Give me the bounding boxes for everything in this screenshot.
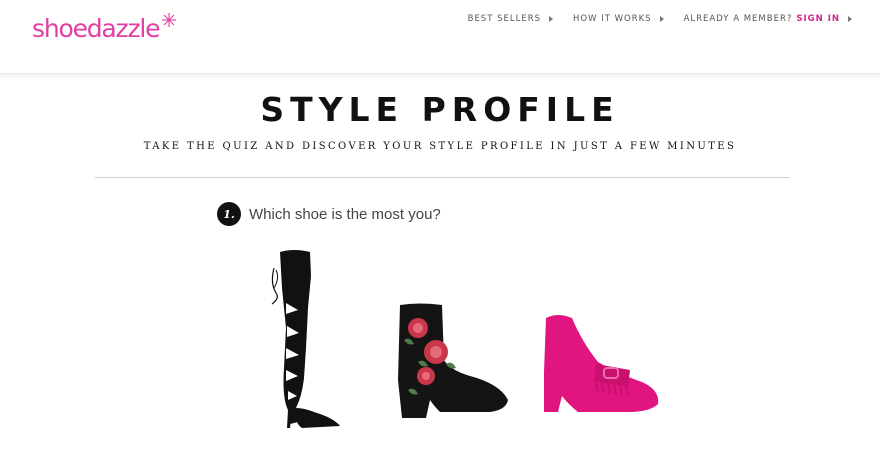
floral-ankle-bootie-icon[interactable] [390,300,512,420]
sparkle-icon [162,13,176,27]
shoe-options [0,240,880,430]
sign-in-link[interactable]: SIGN IN [796,14,840,24]
nav-best-sellers[interactable]: BEST SELLERS [467,14,554,24]
divider [95,177,790,178]
nav-how-it-works[interactable]: HOW IT WORKS [573,14,664,24]
caret-right-icon [549,16,554,22]
caret-right-icon [848,16,852,22]
nav-member-label: ALREADY A MEMBER? [683,14,793,24]
top-nav: BEST SELLERS HOW IT WORKS ALREADY A MEMB… [468,14,852,24]
page-subtitle: TAKE THE QUIZ AND DISCOVER YOUR STYLE PR… [143,141,737,152]
caret-right-icon [659,16,664,22]
over-the-knee-boot-icon[interactable] [262,248,344,428]
shoedazzle-logo[interactable]: shoedazzle [32,14,161,43]
page-title: STYLE PROFILE [260,90,620,129]
quiz-question: 1. Which shoe is the most you? [217,202,441,226]
nav-sign-in[interactable]: ALREADY A MEMBER? SIGN IN [684,14,852,24]
question-text: Which shoe is the most you? [249,205,441,223]
site-header: shoedazzle BEST SELLERS HOW IT WORKS ALR… [0,0,880,74]
nav-how-it-works-label: HOW IT WORKS [573,14,652,24]
nav-best-sellers-label: BEST SELLERS [467,14,542,24]
question-number-badge: 1. [217,202,241,226]
pink-block-heel-pump-icon[interactable] [538,312,662,416]
